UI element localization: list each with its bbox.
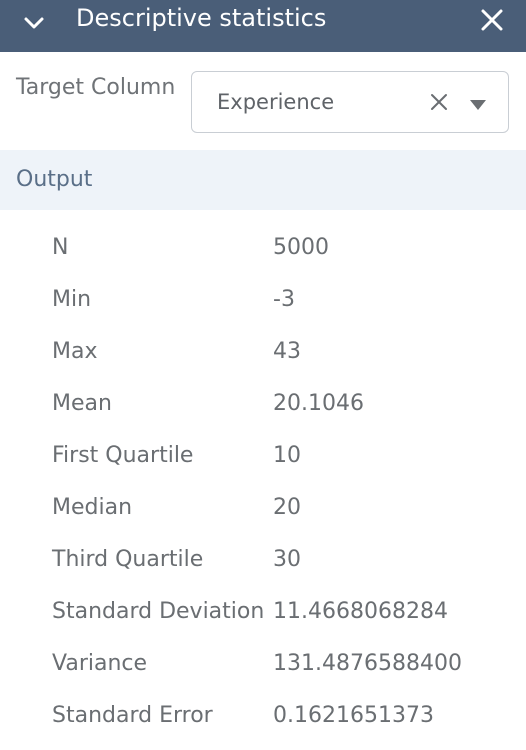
stat-value: 20.1046: [273, 391, 364, 416]
dropdown-arrow-icon[interactable]: [469, 96, 487, 110]
stat-name: Third Quartile: [52, 547, 204, 572]
stat-name: Variance: [52, 651, 148, 676]
stat-name: N: [52, 235, 69, 260]
stat-name: Max: [52, 339, 98, 364]
stat-row-standard-error: Standard Error 0.1621651373: [0, 690, 526, 742]
stat-row-n: N 5000: [0, 222, 526, 274]
stat-value: 43: [273, 339, 301, 364]
target-column-select[interactable]: Experience: [191, 71, 509, 133]
stat-name: Standard Deviation: [52, 599, 265, 624]
stat-row-median: Median 20: [0, 482, 526, 534]
stat-name: Median: [52, 495, 133, 520]
stat-name: Mean: [52, 391, 112, 416]
stat-value: 10: [273, 443, 301, 468]
stat-row-max: Max 43: [0, 326, 526, 378]
stat-value: -3: [273, 287, 295, 312]
clear-icon[interactable]: [429, 92, 449, 112]
stat-row-first-quartile: First Quartile 10: [0, 430, 526, 482]
target-column-row: Target Column Experience: [0, 52, 526, 150]
stat-value: 131.4876588400: [273, 651, 462, 676]
stat-name: Standard Error: [52, 703, 213, 728]
close-icon[interactable]: [480, 8, 504, 32]
stat-value: 30: [273, 547, 301, 572]
panel-title: Descriptive statistics: [76, 4, 327, 32]
chevron-down-icon[interactable]: [20, 14, 48, 38]
stat-row-standard-deviation: Standard Deviation 11.4668068284: [0, 586, 526, 638]
output-label: Output: [16, 167, 93, 192]
selected-column-value: Experience: [217, 90, 335, 114]
stat-row-variance: Variance 131.4876588400: [0, 638, 526, 690]
target-column-label: Target Column: [16, 75, 176, 100]
stat-value: 5000: [273, 235, 329, 260]
descriptive-statistics-panel: Descriptive statistics Target Column Exp…: [0, 0, 526, 750]
stat-row-third-quartile: Third Quartile 30: [0, 534, 526, 586]
stat-row-mean: Mean 20.1046: [0, 378, 526, 430]
stat-name: Min: [52, 287, 92, 312]
output-section-header: Output: [0, 150, 526, 210]
statistics-list: N 5000 Min -3 Max 43 Mean 20.1046 First …: [0, 222, 526, 742]
stat-name: First Quartile: [52, 443, 194, 468]
stat-value: 20: [273, 495, 301, 520]
stat-value: 11.4668068284: [273, 599, 448, 624]
panel-header: Descriptive statistics: [0, 0, 526, 52]
stat-row-min: Min -3: [0, 274, 526, 326]
stat-value: 0.1621651373: [273, 703, 434, 728]
